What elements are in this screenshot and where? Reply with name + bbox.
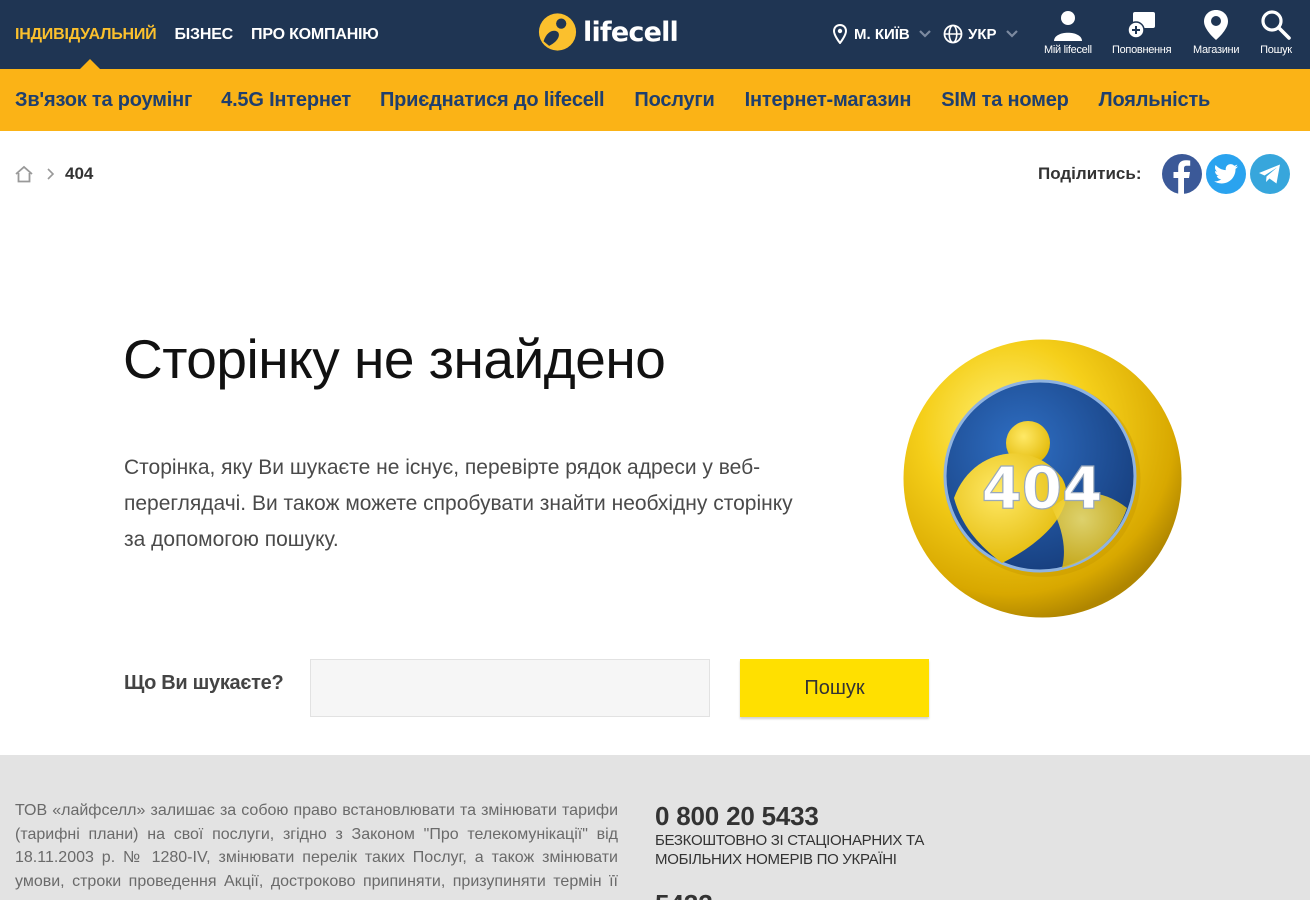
chevron-down-icon (918, 30, 931, 38)
lifecell-404-graphic: 404 (903, 339, 1182, 618)
menu-item-loyalty[interactable]: Лояльність (1099, 89, 1211, 112)
region-label: М. КИЇВ (854, 25, 910, 43)
breadcrumb-current: 404 (65, 164, 94, 183)
region-selector[interactable]: М. КИЇВ (833, 22, 932, 46)
top-bar: ІНДИВІДУАЛЬНИЙ БІЗНЕС ПРО КОМПАНІЮ lifec… (0, 0, 1310, 69)
twitter-icon (1213, 164, 1238, 184)
search-prompt-label: Що Ви шукаєте? (124, 672, 284, 694)
language-label: УКР (968, 25, 997, 43)
chevron-right-icon (47, 168, 55, 180)
page-description: Сторінка, яку Ви шукаєте не існує, перев… (124, 456, 793, 551)
my-lifecell-button[interactable]: Мій lifecell (1044, 8, 1092, 56)
telegram-share-button[interactable] (1249, 154, 1290, 194)
topup-button[interactable]: Поповнення (1112, 8, 1172, 56)
logo-wordmark: lifecell (583, 16, 679, 48)
user-icon (1053, 11, 1082, 41)
stores-label: Магазини (1193, 44, 1240, 56)
active-indicator (80, 59, 100, 69)
footer: ТОВ «лайфселл» залишає за собою право вс… (0, 755, 1310, 900)
stores-button[interactable]: Магазини (1193, 8, 1239, 56)
search-button[interactable]: Пошук (1259, 8, 1293, 56)
segment-nav: ІНДИВІДУАЛЬНИЙ БІЗНЕС ПРО КОМПАНІЮ (15, 0, 397, 69)
nav-about[interactable]: ПРО КОМПАНІЮ (251, 0, 379, 69)
menu-item-sim[interactable]: SIM та номер (941, 89, 1069, 112)
page-title: Сторінку не знайдено (123, 328, 666, 390)
footer-legal-text: ТОВ «лайфселл» залишає за собою право вс… (15, 802, 618, 900)
globe-icon (943, 24, 963, 44)
footer-phone[interactable]: 0 800 20 5433 (655, 801, 819, 832)
menu-item-services[interactable]: Послуги (634, 89, 714, 112)
store-location-icon (1204, 10, 1229, 40)
my-lifecell-label: Мій lifecell (1044, 44, 1092, 56)
search-input[interactable] (310, 659, 710, 717)
wallet-plus-icon (1126, 12, 1155, 39)
footer-phone-note: БЕЗКОШТОВНО ЗІ СТАЦІОНАРНИХ ТА МОБІЛЬНИХ… (655, 832, 925, 868)
main-menu: Зв'язок та роумінг 4.5G Інтернет Приєдна… (0, 69, 1310, 131)
chevron-down-icon (1005, 30, 1018, 38)
badge-404-text: 404 (981, 454, 1102, 522)
error-404-badge: 404 (902, 338, 1183, 619)
search-submit-button[interactable]: Пошук (740, 659, 929, 717)
breadcrumb: 404 (14, 162, 93, 186)
main-menu-items: Зв'язок та роумінг 4.5G Інтернет Приєдна… (15, 69, 1210, 131)
lifecell-logo-icon (538, 13, 577, 51)
facebook-share-button[interactable] (1161, 154, 1202, 194)
menu-item-shop[interactable]: Інтернет-магазин (745, 89, 912, 112)
language-selector[interactable]: УКР (943, 22, 1019, 46)
search-icon (1261, 10, 1291, 40)
location-pin-icon (833, 24, 847, 44)
menu-item-internet[interactable]: 4.5G Інтернет (221, 89, 351, 112)
search-label: Пошук (1260, 44, 1292, 56)
nav-business[interactable]: БІЗНЕС (174, 0, 233, 69)
share-label: Поділитись: (1038, 164, 1142, 183)
footer-short-number[interactable]: 5433 (655, 889, 713, 900)
telegram-icon (1258, 164, 1280, 184)
facebook-icon (1173, 160, 1190, 194)
share-bar: Поділитись: (1038, 152, 1290, 196)
menu-item-join[interactable]: Приєднатися до lifecell (380, 89, 605, 112)
twitter-share-button[interactable] (1205, 154, 1246, 194)
lifecell-logo[interactable]: lifecell (538, 9, 679, 55)
topup-label: Поповнення (1112, 44, 1172, 56)
menu-item-roaming[interactable]: Зв'язок та роумінг (15, 89, 192, 112)
home-icon[interactable] (14, 165, 34, 183)
